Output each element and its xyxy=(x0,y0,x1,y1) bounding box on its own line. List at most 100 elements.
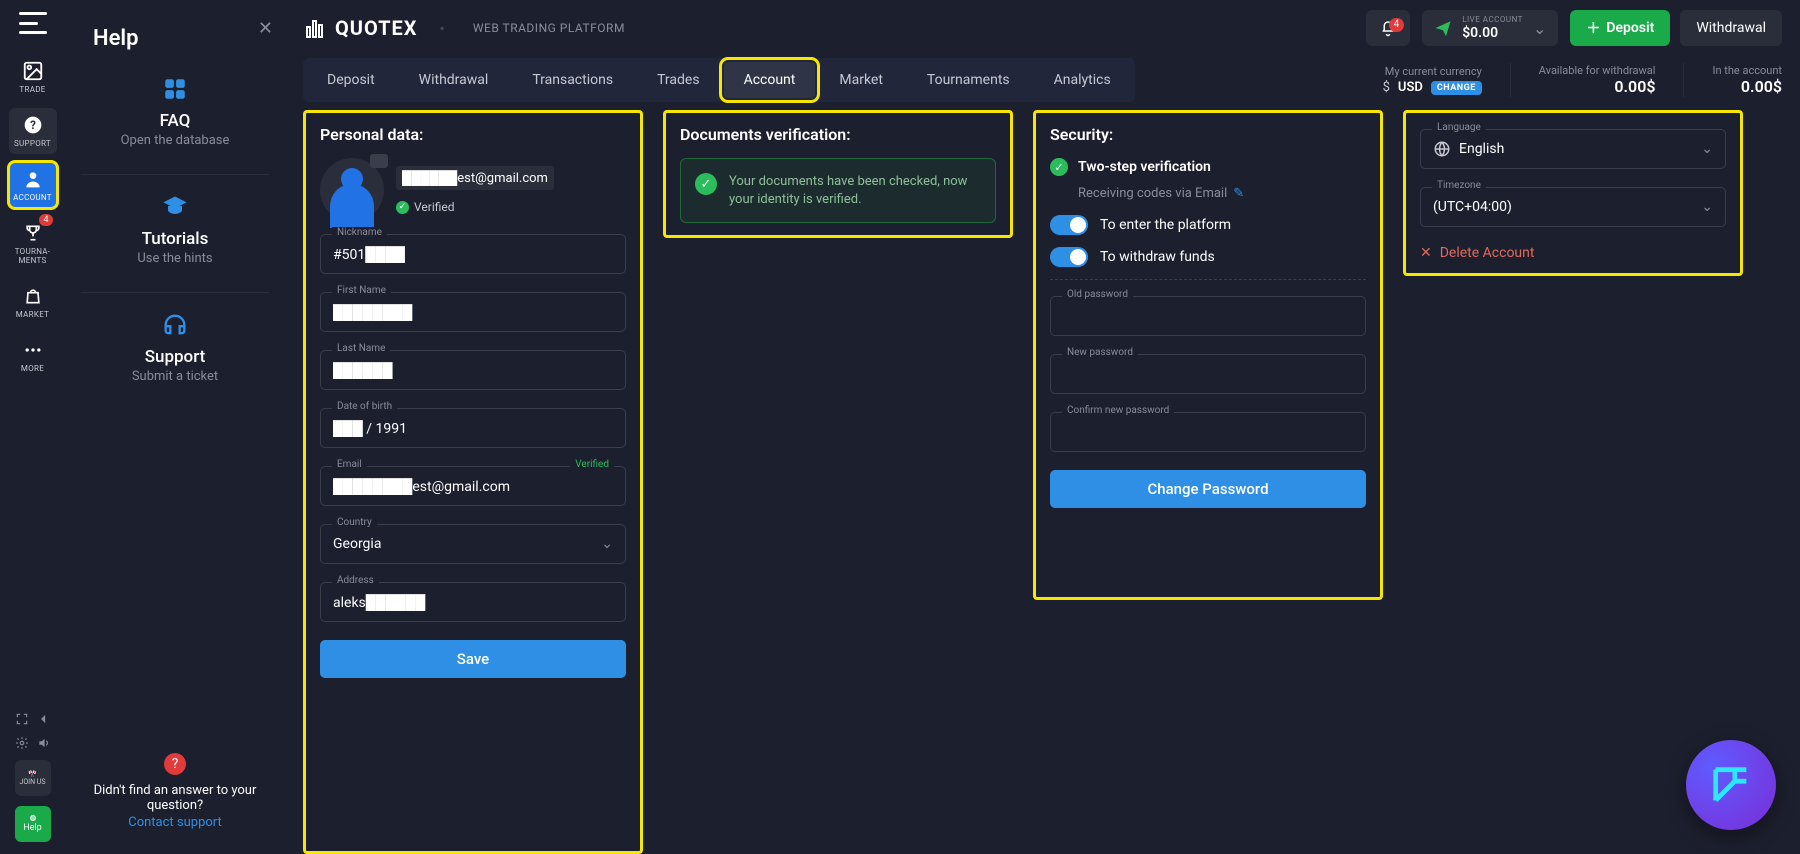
dob-input[interactable] xyxy=(320,408,626,448)
menu-hamburger[interactable] xyxy=(19,12,47,34)
tab-deposit[interactable]: Deposit xyxy=(307,62,395,98)
country-label: Country xyxy=(332,517,377,528)
delete-account-link[interactable]: ✕ Delete Account xyxy=(1420,245,1726,261)
lastname-input[interactable] xyxy=(320,350,626,390)
notif-badge: 4 xyxy=(1389,18,1405,32)
old-password-label: Old password xyxy=(1062,289,1133,300)
toggle-withdraw-label: To withdraw funds xyxy=(1100,249,1215,265)
help-button[interactable]: Help xyxy=(15,806,51,842)
old-password-input[interactable] xyxy=(1050,296,1366,336)
help-item-support[interactable]: Support Submit a ticket xyxy=(73,311,277,384)
tab-transactions[interactable]: Transactions xyxy=(512,62,633,98)
arrow-left-icon[interactable] xyxy=(37,712,51,726)
tab-withdrawal[interactable]: Withdrawal xyxy=(399,62,509,98)
notifications-button[interactable]: 4 xyxy=(1366,10,1410,46)
lastname-label: Last Name xyxy=(332,343,390,354)
nickname-field: Nickname xyxy=(320,234,626,274)
tutorials-title: Tutorials xyxy=(73,229,277,249)
dob-field: Date of birth xyxy=(320,408,626,448)
save-button[interactable]: Save xyxy=(320,640,626,678)
language-select[interactable]: English ⌄ xyxy=(1420,129,1726,169)
help-button-label: Help xyxy=(23,823,41,833)
change-password-button[interactable]: Change Password xyxy=(1050,470,1366,508)
globe-icon xyxy=(1433,140,1451,158)
nickname-input[interactable] xyxy=(320,234,626,274)
join-us-label: JOIN US xyxy=(19,778,45,786)
language-value: English xyxy=(1459,141,1504,157)
tournament-badge: 4 xyxy=(39,214,52,226)
inaccount-value: 0.00$ xyxy=(1712,77,1782,96)
tab-trades[interactable]: Trades xyxy=(637,62,719,98)
new-password-input[interactable] xyxy=(1050,354,1366,394)
delete-account-label: Delete Account xyxy=(1440,245,1535,261)
volume-icon[interactable] xyxy=(37,736,51,750)
profile-email: ██████est@gmail.com xyxy=(396,166,554,190)
fullscreen-icon[interactable] xyxy=(15,712,29,726)
rail-market[interactable]: MARKET xyxy=(9,279,57,325)
divider xyxy=(81,292,269,293)
withdrawal-button[interactable]: Withdrawal xyxy=(1680,10,1782,46)
country-field: Country Georgia ⌄ xyxy=(320,524,626,564)
faq-title: FAQ xyxy=(73,111,277,131)
rail-trade[interactable]: TRADE xyxy=(9,54,57,100)
email-verified-badge: Verified xyxy=(570,459,614,470)
rail-account[interactable]: ACCOUNT xyxy=(9,162,57,208)
verified-label: Verified xyxy=(414,200,455,214)
tab-tournaments[interactable]: Tournaments xyxy=(907,62,1030,98)
trophy-icon xyxy=(22,222,44,244)
dob-label: Date of birth xyxy=(332,401,397,412)
tab-account[interactable]: Account xyxy=(724,62,816,98)
address-input[interactable] xyxy=(320,582,626,622)
metric-available: Available for withdrawal 0.00$ xyxy=(1539,64,1656,96)
available-value: 0.00$ xyxy=(1539,77,1656,96)
support-sub: Submit a ticket xyxy=(73,369,277,384)
separator-dot: • xyxy=(439,19,444,38)
language-field: Language English ⌄ xyxy=(1420,129,1726,169)
avatar[interactable] xyxy=(320,158,384,222)
close-icon[interactable]: ✕ xyxy=(258,18,273,39)
country-select[interactable]: Georgia ⌄ xyxy=(320,524,626,564)
tab-market[interactable]: Market xyxy=(819,62,903,98)
brand-name: QUOTEX xyxy=(335,16,417,40)
timezone-value: (UTC+04:00) xyxy=(1433,199,1512,215)
help-item-tutorials[interactable]: Tutorials Use the hints xyxy=(73,193,277,266)
contact-support-link[interactable]: Contact support xyxy=(65,815,285,830)
headset-icon xyxy=(161,311,189,339)
email-input[interactable] xyxy=(320,466,626,506)
help-item-faq[interactable]: FAQ Open the database xyxy=(73,75,277,148)
deposit-button[interactable]: ＋ Deposit xyxy=(1570,10,1670,46)
rail-more[interactable]: MORE xyxy=(9,333,57,379)
rail-tournaments[interactable]: 4 TOURNA-MENTS xyxy=(9,216,57,271)
camera-icon[interactable] xyxy=(370,154,388,168)
personal-title: Personal data: xyxy=(320,125,626,144)
confirm-password-input[interactable] xyxy=(1050,412,1366,452)
timezone-field: Timezone (UTC+04:00) ⌄ xyxy=(1420,187,1726,227)
available-label: Available for withdrawal xyxy=(1539,64,1656,77)
old-password-field: Old password xyxy=(1050,296,1366,336)
email-label: Email xyxy=(332,459,367,470)
receiving-label: Receiving codes via Email xyxy=(1078,186,1227,201)
twostep-label: Two-step verification xyxy=(1078,159,1211,175)
firstname-input[interactable] xyxy=(320,292,626,332)
account-balance-chip[interactable]: LIVE ACCOUNT $0.00 ⌄ xyxy=(1422,10,1558,46)
divider xyxy=(1510,63,1511,97)
faq-sub: Open the database xyxy=(73,133,277,148)
account-type-label: LIVE ACCOUNT xyxy=(1462,16,1523,24)
send-icon xyxy=(1434,19,1452,37)
edit-icon[interactable]: ✎ xyxy=(1233,186,1244,201)
flag-icon: 🎌 xyxy=(28,770,37,778)
timezone-select[interactable]: (UTC+04:00) ⌄ xyxy=(1420,187,1726,227)
deposit-button-label: Deposit xyxy=(1606,20,1654,36)
help-fab[interactable] xyxy=(1686,740,1776,830)
brand-logo-icon xyxy=(303,17,325,39)
change-currency-button[interactable]: CHANGE xyxy=(1431,81,1482,95)
plus-icon: ＋ xyxy=(1586,18,1600,38)
toggle-enter-platform[interactable] xyxy=(1050,215,1088,235)
rail-support[interactable]: ? SUPPORT xyxy=(9,108,57,154)
gear-icon[interactable] xyxy=(15,736,29,750)
graduation-icon xyxy=(161,193,189,221)
tab-analytics[interactable]: Analytics xyxy=(1034,62,1131,98)
bag-icon xyxy=(22,285,44,307)
toggle-withdraw-funds[interactable] xyxy=(1050,247,1088,267)
join-us-button[interactable]: 🎌 JOIN US xyxy=(15,760,51,796)
